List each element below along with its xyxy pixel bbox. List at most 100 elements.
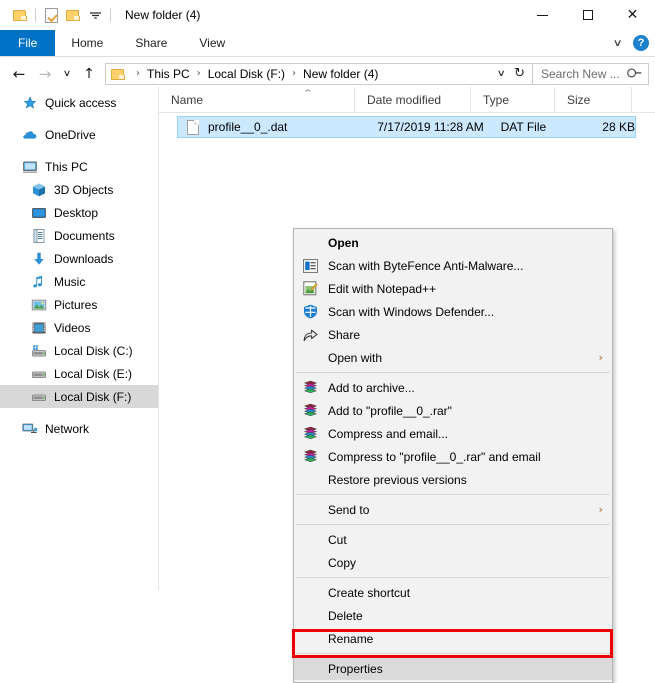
close-button[interactable]: ✕ <box>610 0 655 30</box>
menu-item-label: Copy <box>328 555 357 570</box>
chevron-down-icon[interactable]: Customize Quick Access Toolbar <box>84 4 106 26</box>
breadcrumb-item-local-disk-f[interactable]: Local Disk (F:) <box>207 67 286 81</box>
winrar-icon <box>302 426 318 442</box>
back-button[interactable]: ← <box>6 62 32 86</box>
search-icon[interactable] <box>624 63 645 84</box>
search-input[interactable]: Search New ... <box>541 67 620 81</box>
menu-item-share[interactable]: Share <box>294 323 612 346</box>
up-button[interactable]: ↑ <box>76 62 102 86</box>
sidebar-item-videos[interactable]: Videos <box>0 316 158 339</box>
winrar-icon <box>302 449 318 465</box>
breadcrumb-folder-icon <box>111 68 126 80</box>
menu-item-compress-and-email[interactable]: Compress and email... <box>294 422 612 445</box>
system-drive-icon <box>31 343 47 359</box>
minimize-button[interactable] <box>520 0 565 30</box>
ribbon-tabbar: File Home Share View ∨ ? <box>0 30 655 57</box>
menu-item-add-to-named-rar[interactable]: Add to "profile__0_.rar" <box>294 399 612 422</box>
new-folder-icon[interactable] <box>62 4 84 26</box>
menu-item-label: Add to archive... <box>328 380 415 395</box>
menu-item-label: Scan with ByteFence Anti-Malware... <box>328 258 524 273</box>
sidebar-item-pictures[interactable]: Pictures <box>0 293 158 316</box>
expand-ribbon-chevron-down-icon[interactable]: ∨ <box>612 38 622 49</box>
sidebar-item-downloads[interactable]: Downloads <box>0 247 158 270</box>
tab-view[interactable]: View <box>183 30 241 56</box>
breadcrumb-separator-1[interactable]: › <box>191 68 207 79</box>
sidebar-item-label: This PC <box>45 159 88 174</box>
column-header-size[interactable]: Size <box>555 87 632 112</box>
file-type: DAT File <box>500 120 547 134</box>
sidebar-item-label: OneDrive <box>45 127 96 142</box>
menu-item-send-to[interactable]: Send to › <box>294 498 612 521</box>
menu-item-scan-windows-defender[interactable]: Scan with Windows Defender... <box>294 300 612 323</box>
properties-icon[interactable] <box>40 4 62 26</box>
menu-item-delete[interactable]: Delete <box>294 604 612 627</box>
help-icon[interactable]: ? <box>633 35 649 51</box>
search-box[interactable]: Search New ... <box>533 62 649 85</box>
sidebar-item-label: Desktop <box>54 205 99 220</box>
recent-locations-chevron-down-icon[interactable]: ∨ <box>55 62 78 86</box>
sidebar-item-documents[interactable]: Documents <box>0 224 158 247</box>
breadcrumb-separator-0: › <box>136 68 140 79</box>
sidebar-item-onedrive[interactable]: OneDrive <box>0 123 158 146</box>
breadcrumb-separator-2[interactable]: › <box>286 68 302 79</box>
table-row[interactable]: profile__0_.dat 7/17/2019 11:28 AM DAT F… <box>177 116 636 138</box>
title-bar: Customize Quick Access Toolbar New folde… <box>0 0 655 30</box>
menu-separator-1 <box>296 372 610 373</box>
column-header-name[interactable]: Name ⌃ <box>159 87 355 112</box>
column-headers: Name ⌃ Date modified Type Size <box>159 87 655 113</box>
bytefence-icon <box>302 258 318 274</box>
menu-item-open[interactable]: Open <box>294 231 612 254</box>
sidebar-item-quick-access[interactable]: Quick access <box>0 91 158 114</box>
column-header-type[interactable]: Type <box>471 87 555 112</box>
maximize-button[interactable] <box>565 0 610 30</box>
monitor-icon <box>22 159 38 175</box>
column-header-date-modified[interactable]: Date modified <box>355 87 471 112</box>
menu-item-icon-placeholder <box>302 608 318 624</box>
sidebar-item-label: Pictures <box>54 297 98 312</box>
sidebar-item-label: Local Disk (E:) <box>54 366 133 381</box>
menu-item-label: Properties <box>328 661 383 676</box>
breadcrumb-item-this-pc[interactable]: This PC <box>146 67 191 81</box>
sidebar-item-desktop[interactable]: Desktop <box>0 201 158 224</box>
menu-item-properties[interactable]: Properties <box>294 657 612 680</box>
sidebar-item-network[interactable]: Network <box>0 417 158 440</box>
menu-item-add-to-archive[interactable]: Add to archive... <box>294 376 612 399</box>
sort-ascending-caret-icon: ⌃ <box>302 88 314 98</box>
menu-item-scan-bytefence[interactable]: Scan with ByteFence Anti-Malware... <box>294 254 612 277</box>
sidebar-item-music[interactable]: Music <box>0 270 158 293</box>
sidebar-item-local-disk-c[interactable]: Local Disk (C:) <box>0 339 158 362</box>
breadcrumb[interactable]: › This PC › Local Disk (F:) › New folder… <box>105 62 533 85</box>
sidebar-item-local-disk-f[interactable]: Local Disk (F:) <box>0 385 158 408</box>
column-header-label: Name <box>171 92 204 107</box>
folder-icon[interactable] <box>9 4 31 26</box>
forward-button[interactable]: → <box>32 62 58 86</box>
sidebar-item-this-pc[interactable]: This PC <box>0 155 158 178</box>
menu-item-copy[interactable]: Copy <box>294 551 612 574</box>
quick-access-toolbar: Customize Quick Access Toolbar <box>0 4 115 26</box>
navigation-pane: Quick access OneDrive This PC 3D Objects <box>0 87 159 590</box>
menu-item-edit-notepadpp[interactable]: Edit with Notepad++ <box>294 277 612 300</box>
menu-item-restore-previous-versions[interactable]: Restore previous versions <box>294 468 612 491</box>
tab-file[interactable]: File <box>0 30 56 56</box>
sidebar-item-local-disk-e[interactable]: Local Disk (E:) <box>0 362 158 385</box>
menu-item-open-with[interactable]: Open with › <box>294 346 612 369</box>
cloud-icon <box>22 127 38 143</box>
cube-icon <box>31 182 47 198</box>
breadcrumb-item-new-folder[interactable]: New folder (4) <box>302 67 379 81</box>
sidebar-item-3d-objects[interactable]: 3D Objects <box>0 178 158 201</box>
sidebar-gap-2 <box>0 146 158 155</box>
menu-item-icon-placeholder <box>302 661 318 677</box>
menu-item-icon-placeholder <box>302 532 318 548</box>
menu-item-compress-to-named-rar-and-email[interactable]: Compress to "profile__0_.rar" and email <box>294 445 612 468</box>
windows-defender-shield-icon <box>302 304 318 320</box>
menu-item-icon-placeholder <box>302 350 318 366</box>
tab-share[interactable]: Share <box>119 30 183 56</box>
drive-icon <box>31 389 47 405</box>
main-area: Quick access OneDrive This PC 3D Objects <box>0 87 655 683</box>
file-size: 28 KB <box>602 120 635 134</box>
menu-separator-4 <box>296 577 610 578</box>
tab-home[interactable]: Home <box>55 30 119 56</box>
address-dropdown-chevron-down-icon[interactable]: ∨ <box>486 68 515 79</box>
menu-item-rename[interactable]: Rename <box>294 627 612 650</box>
menu-item-cut[interactable]: Cut <box>294 528 612 551</box>
